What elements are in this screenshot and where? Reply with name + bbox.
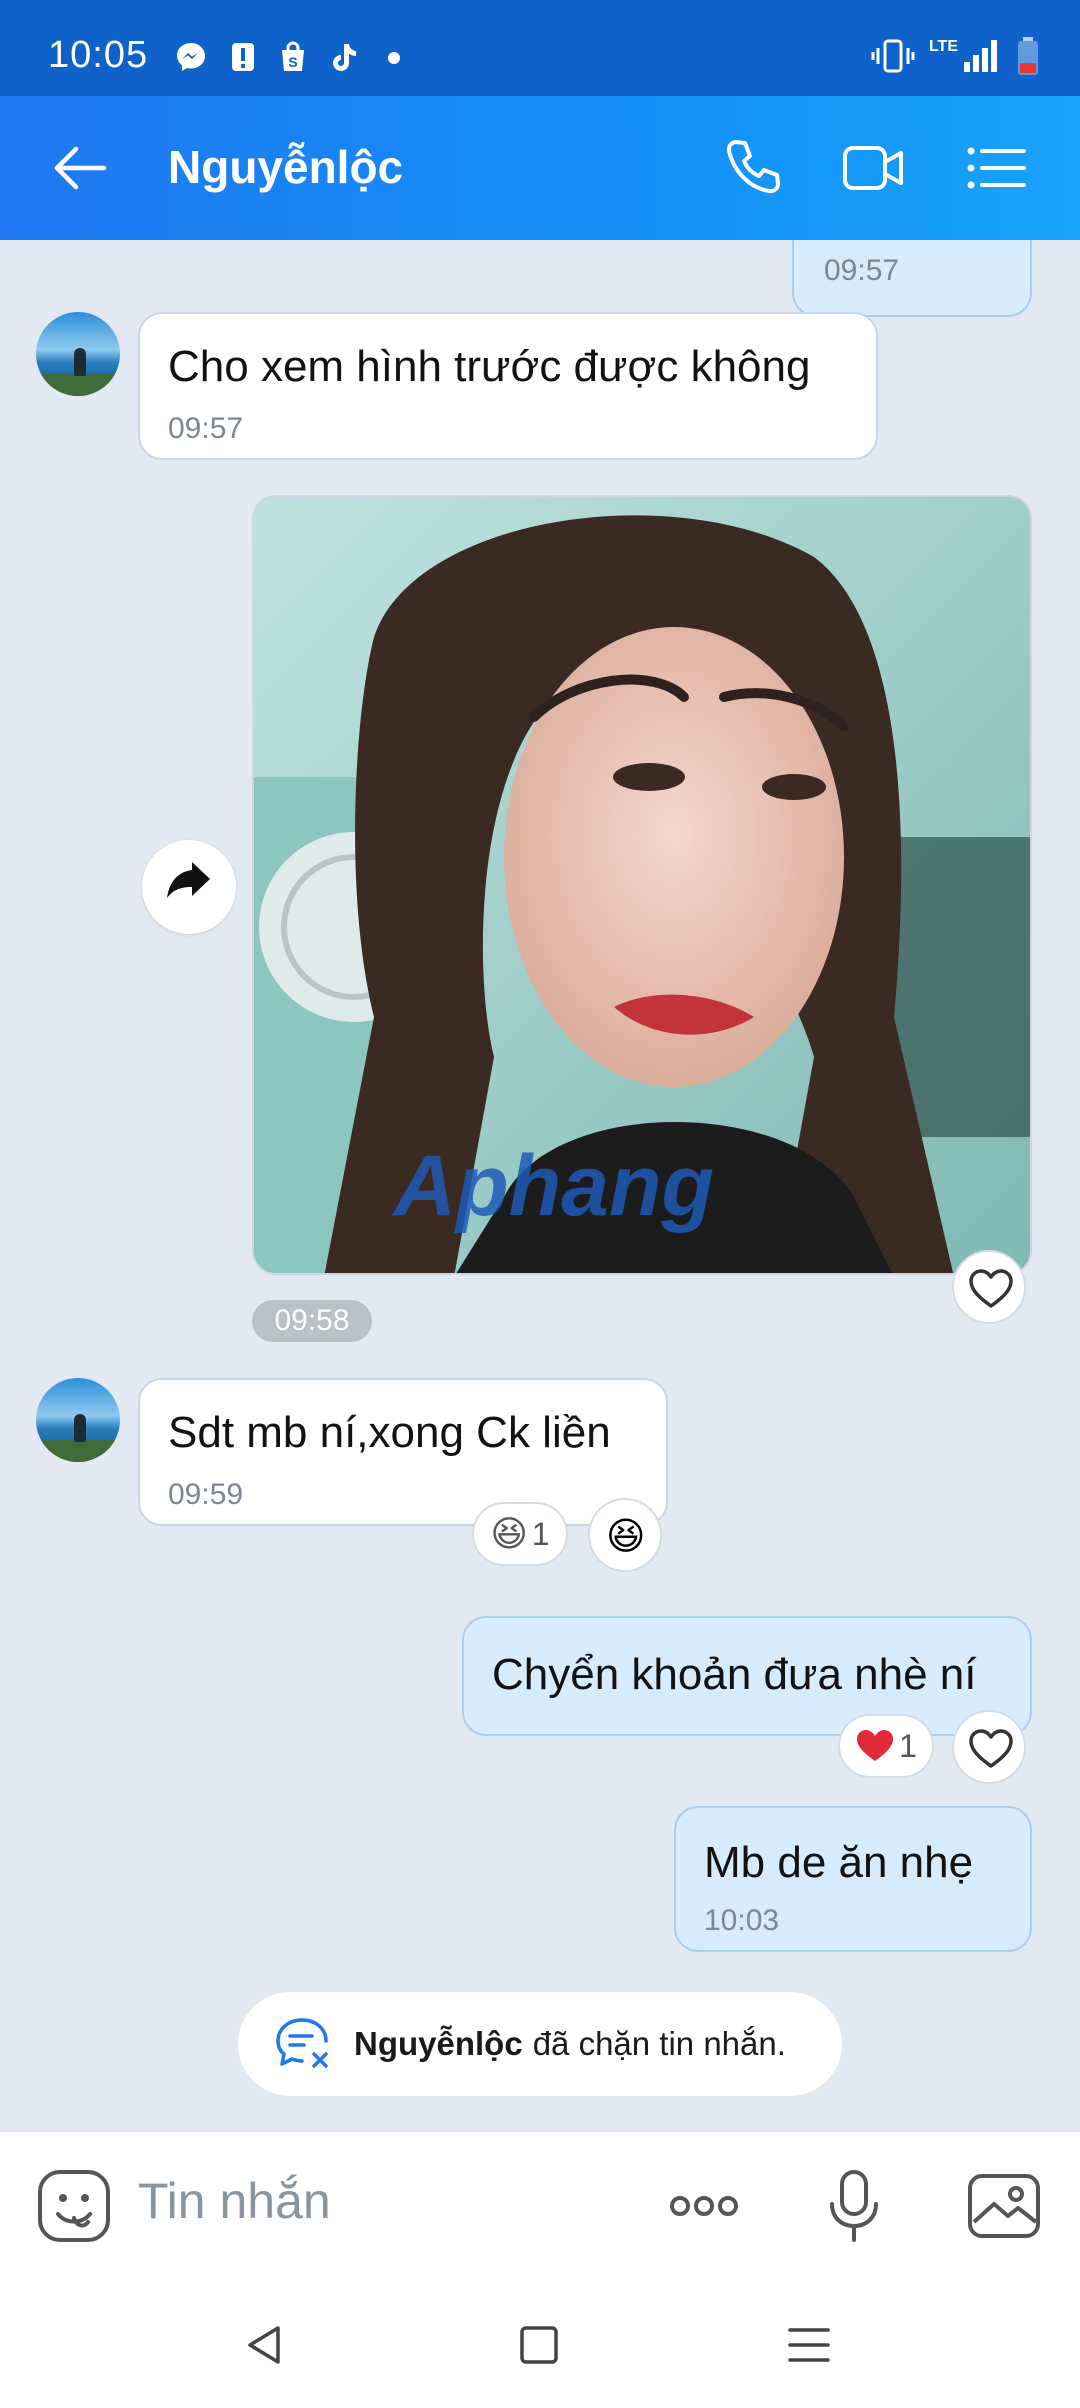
- message-time: 09:59: [168, 1478, 244, 1511]
- share-arrow-icon: [167, 862, 210, 898]
- laugh-reaction-button[interactable]: 😆: [588, 1498, 662, 1572]
- messenger-notification-icon: [177, 43, 205, 71]
- message-time: 10:03: [704, 1904, 780, 1937]
- nav-recents-icon[interactable]: [784, 2320, 834, 2370]
- reaction-count: 1: [531, 1515, 550, 1552]
- message-text: Sdt mb ní,xong Ck liền: [168, 1408, 611, 1457]
- status-bar: 10:05 S LTE: [0, 0, 1080, 96]
- message-list[interactable]: 09:57 Cho xem hình trước được không 09:5…: [0, 240, 1080, 2130]
- menu-list-icon[interactable]: [964, 136, 1028, 200]
- image-message[interactable]: Aphang: [252, 495, 1032, 1275]
- blocked-notice: Nguyễnlộc đã chặn tin nhắn.: [238, 1992, 842, 2096]
- system-navigation-bar: [0, 2278, 1080, 2408]
- tiktok-notification-icon: [333, 44, 356, 71]
- more-options-icon[interactable]: [664, 2166, 744, 2246]
- reaction-summary[interactable]: 1: [838, 1714, 934, 1778]
- message-bubble-mine[interactable]: Chyển khoản đưa nhè ní: [462, 1616, 1032, 1736]
- gallery-image-icon[interactable]: [964, 2166, 1044, 2246]
- battery-icon: [1018, 37, 1038, 75]
- message-text: Cho xem hình trước được không: [168, 342, 811, 391]
- contact-avatar[interactable]: [36, 1378, 120, 1462]
- message-bubble-contact[interactable]: Cho xem hình trước được không 09:57: [138, 312, 878, 460]
- reaction-count: 1: [899, 1727, 917, 1764]
- microphone-icon[interactable]: [814, 2166, 894, 2246]
- message-time: 09:57: [824, 254, 900, 287]
- like-reaction-button[interactable]: [952, 1250, 1026, 1324]
- blocked-chat-icon: [276, 2018, 328, 2068]
- message-input-bar: Tin nhắn: [0, 2130, 1080, 2278]
- reaction-summary[interactable]: 😆 1: [472, 1502, 568, 1566]
- laughing-emoji-icon: 😆: [606, 1516, 646, 1558]
- status-icons: LTE: [871, 36, 1040, 76]
- laughing-emoji-icon: 😆: [490, 1513, 528, 1554]
- network-type: LTE: [928, 38, 958, 55]
- message-bubble-contact[interactable]: Sdt mb ní,xong Ck liền 09:59: [138, 1378, 668, 1526]
- message-input[interactable]: Tin nhắn: [138, 2172, 331, 2230]
- sticker-emoji-icon[interactable]: [36, 2168, 112, 2244]
- like-reaction-button[interactable]: [952, 1710, 1026, 1784]
- more-notifications-dot-icon: [388, 52, 400, 64]
- nav-home-icon[interactable]: [514, 2320, 564, 2370]
- image-time-chip: 09:58: [252, 1300, 372, 1342]
- message-text: Chyển khoản đưa nhè ní: [492, 1650, 977, 1699]
- message-time: 09:57: [168, 412, 244, 445]
- video-call-icon[interactable]: [842, 136, 906, 200]
- shopping-bag-notification-icon: S: [282, 41, 304, 71]
- svg-text:S: S: [288, 54, 297, 70]
- alert-notification-icon: [232, 43, 254, 71]
- voice-call-icon[interactable]: [722, 136, 786, 200]
- contact-name[interactable]: Nguyễnlộc: [168, 140, 403, 194]
- status-time: 10:05: [48, 34, 149, 76]
- contact-avatar[interactable]: [36, 312, 120, 396]
- back-arrow-icon[interactable]: [50, 140, 110, 196]
- heart-filled-icon: [857, 1730, 894, 1761]
- message-bubble-mine-partial[interactable]: 09:57: [792, 240, 1032, 317]
- nav-back-icon[interactable]: [240, 2320, 290, 2370]
- heart-outline-icon: [969, 1729, 1013, 1768]
- blocked-contact-name: Nguyễnlộc: [354, 2025, 523, 2062]
- blocked-message: đã chặn tin nhắn.: [532, 2025, 786, 2062]
- photo-content: Aphang: [254, 497, 1030, 1273]
- signal-icon: [964, 40, 997, 72]
- message-text: Mb de ăn nhẹ: [704, 1838, 974, 1887]
- forward-button[interactable]: [142, 840, 236, 934]
- heart-outline-icon: [969, 1269, 1013, 1308]
- message-bubble-mine[interactable]: Mb de ăn nhẹ 10:03: [674, 1806, 1032, 1952]
- photo-watermark: Aphang: [392, 1138, 714, 1234]
- vibrate-icon: [871, 39, 915, 73]
- chat-header: Nguyễnlộc: [0, 96, 1080, 240]
